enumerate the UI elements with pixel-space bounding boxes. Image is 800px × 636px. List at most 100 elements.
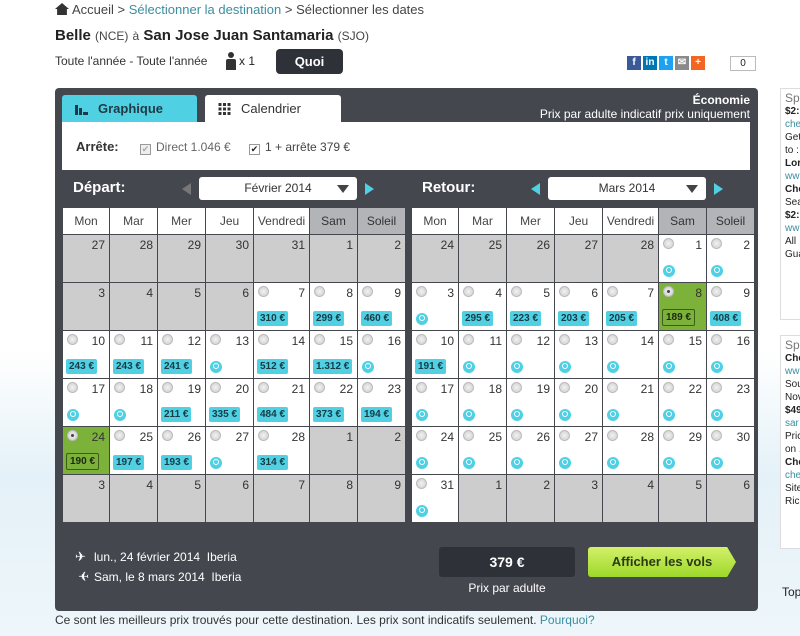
price-badge[interactable]: 203 €: [558, 311, 590, 326]
day-radio[interactable]: [607, 382, 618, 393]
day-radio[interactable]: [258, 382, 269, 393]
day-radio[interactable]: [210, 430, 221, 441]
price-badge[interactable]: 191 €: [415, 359, 447, 374]
day-cell[interactable]: 24 190 €: [63, 427, 109, 474]
search-icon[interactable]: [511, 457, 523, 469]
day-cell[interactable]: 14: [603, 331, 658, 378]
price-badge[interactable]: 190 €: [66, 453, 100, 470]
day-radio[interactable]: [607, 334, 618, 345]
day-cell[interactable]: 12: [507, 331, 554, 378]
day-cell[interactable]: 25 197 €: [110, 427, 157, 474]
day-radio[interactable]: [416, 430, 427, 441]
day-radio[interactable]: [314, 286, 325, 297]
show-flights-button[interactable]: Afficher les vols: [588, 547, 736, 577]
next-month-arrow-icon[interactable]: [365, 183, 374, 195]
next-month-arrow-icon[interactable]: [714, 183, 723, 195]
price-badge[interactable]: 223 €: [510, 311, 542, 326]
sponsored-ads-1[interactable]: Sp$2:cheGetto :LorwwCheSea$2:wwAllGua: [780, 88, 800, 320]
search-icon[interactable]: [511, 361, 523, 373]
return-month-select[interactable]: Mars 2014: [548, 177, 706, 200]
day-cell[interactable]: 26 193 €: [158, 427, 205, 474]
day-radio[interactable]: [210, 382, 221, 393]
day-cell[interactable]: 13: [555, 331, 602, 378]
search-icon[interactable]: [416, 313, 428, 325]
day-cell[interactable]: 27: [206, 427, 253, 474]
day-cell[interactable]: 11 243 €: [110, 331, 157, 378]
day-radio[interactable]: [463, 286, 474, 297]
twitter-icon[interactable]: t: [659, 56, 673, 70]
price-badge[interactable]: 484 €: [257, 407, 289, 422]
price-badge[interactable]: 189 €: [662, 309, 696, 326]
why-link[interactable]: Pourquoi?: [540, 613, 595, 627]
quoi-button[interactable]: Quoi: [276, 49, 343, 74]
search-icon[interactable]: [663, 457, 675, 469]
prev-month-arrow-icon[interactable]: [531, 183, 540, 195]
linkedin-icon[interactable]: in: [643, 56, 657, 70]
day-cell[interactable]: 20 335 €: [206, 379, 253, 426]
day-cell[interactable]: 29: [659, 427, 706, 474]
day-cell[interactable]: 16: [707, 331, 754, 378]
day-cell[interactable]: 5 223 €: [507, 283, 554, 330]
search-icon[interactable]: [711, 409, 723, 421]
day-radio[interactable]: [663, 238, 674, 249]
search-icon[interactable]: [362, 361, 374, 373]
price-badge[interactable]: 241 €: [161, 359, 193, 374]
price-badge[interactable]: 299 €: [313, 311, 345, 326]
search-icon[interactable]: [463, 457, 475, 469]
price-badge[interactable]: 194 €: [361, 407, 393, 422]
day-cell[interactable]: 22: [659, 379, 706, 426]
day-cell[interactable]: 3: [412, 283, 458, 330]
day-cell[interactable]: 18: [110, 379, 157, 426]
day-cell[interactable]: 10 243 €: [63, 331, 109, 378]
day-radio[interactable]: [511, 334, 522, 345]
search-icon[interactable]: [416, 457, 428, 469]
day-radio[interactable]: [663, 430, 674, 441]
day-cell[interactable]: 25: [459, 427, 506, 474]
day-radio[interactable]: [559, 430, 570, 441]
search-icon[interactable]: [711, 457, 723, 469]
breadcrumb-home[interactable]: Accueil: [72, 2, 114, 17]
search-icon[interactable]: [607, 361, 619, 373]
day-cell[interactable]: 18: [459, 379, 506, 426]
day-radio[interactable]: [67, 430, 78, 441]
day-cell[interactable]: 16: [358, 331, 405, 378]
day-radio[interactable]: [663, 382, 674, 393]
day-cell[interactable]: 17: [412, 379, 458, 426]
day-radio[interactable]: [162, 334, 173, 345]
day-radio[interactable]: [607, 286, 618, 297]
day-radio[interactable]: [67, 382, 78, 393]
day-cell[interactable]: 23: [707, 379, 754, 426]
day-radio[interactable]: [114, 430, 125, 441]
day-cell[interactable]: 8 299 €: [310, 283, 357, 330]
day-radio[interactable]: [559, 334, 570, 345]
day-cell[interactable]: 12 241 €: [158, 331, 205, 378]
search-icon[interactable]: [210, 361, 222, 373]
day-radio[interactable]: [463, 334, 474, 345]
facebook-icon[interactable]: f: [627, 56, 641, 70]
search-icon[interactable]: [607, 409, 619, 421]
day-cell[interactable]: 4 295 €: [459, 283, 506, 330]
day-radio[interactable]: [607, 430, 618, 441]
search-icon[interactable]: [559, 409, 571, 421]
price-badge[interactable]: 197 €: [113, 455, 145, 470]
day-radio[interactable]: [559, 286, 570, 297]
search-icon[interactable]: [416, 505, 428, 517]
price-badge[interactable]: 193 €: [161, 455, 193, 470]
day-radio[interactable]: [416, 478, 427, 489]
day-cell[interactable]: 31: [412, 475, 458, 522]
search-icon[interactable]: [416, 409, 428, 421]
day-cell[interactable]: 21: [603, 379, 658, 426]
price-badge[interactable]: 295 €: [462, 311, 494, 326]
search-icon[interactable]: [711, 265, 723, 277]
price-badge[interactable]: 314 €: [257, 455, 289, 470]
search-icon[interactable]: [114, 409, 126, 421]
day-cell[interactable]: 11: [459, 331, 506, 378]
day-cell[interactable]: 30: [707, 427, 754, 474]
day-radio[interactable]: [511, 286, 522, 297]
day-cell[interactable]: 9 460 €: [358, 283, 405, 330]
search-icon[interactable]: [559, 457, 571, 469]
breadcrumb-destination[interactable]: Sélectionner la destination: [129, 2, 282, 17]
day-radio[interactable]: [416, 334, 427, 345]
day-radio[interactable]: [362, 382, 373, 393]
day-cell[interactable]: 19 211 €: [158, 379, 205, 426]
